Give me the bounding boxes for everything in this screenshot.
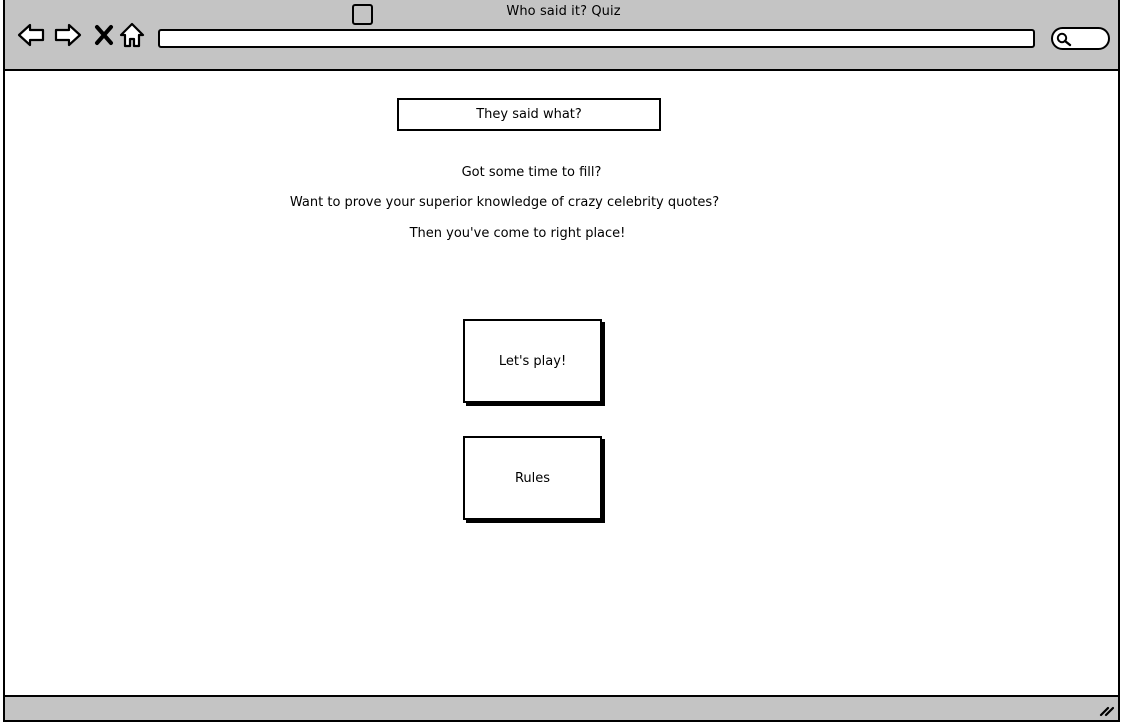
lets-play-button[interactable]: Let's play! (463, 319, 602, 403)
home-icon[interactable] (117, 20, 147, 50)
stop-x-icon[interactable] (89, 20, 119, 50)
page-title: They said what? (397, 98, 661, 131)
intro-line-1: Got some time to fill? (461, 165, 602, 180)
status-bar (5, 695, 1118, 720)
intro-line-3: Then you've come to right place! (409, 226, 626, 241)
search-icon (1056, 32, 1072, 47)
search-button[interactable] (1051, 27, 1110, 50)
forward-arrow-icon[interactable] (53, 20, 83, 50)
resize-grip-icon[interactable] (1098, 701, 1115, 717)
window-title: Who said it? Quiz (506, 4, 621, 19)
browser-toolbar: Who said it? Quiz (5, 0, 1118, 71)
rules-button[interactable]: Rules (463, 436, 602, 520)
back-arrow-icon[interactable] (16, 20, 46, 50)
tab-icon[interactable] (352, 4, 373, 25)
page-content: They said what? Got some time to fill? W… (5, 71, 1118, 697)
address-bar-input[interactable] (158, 29, 1035, 48)
browser-window: Who said it? Quiz They said what? Got so… (3, 0, 1120, 722)
intro-line-2: Want to prove your superior knowledge of… (289, 195, 720, 210)
